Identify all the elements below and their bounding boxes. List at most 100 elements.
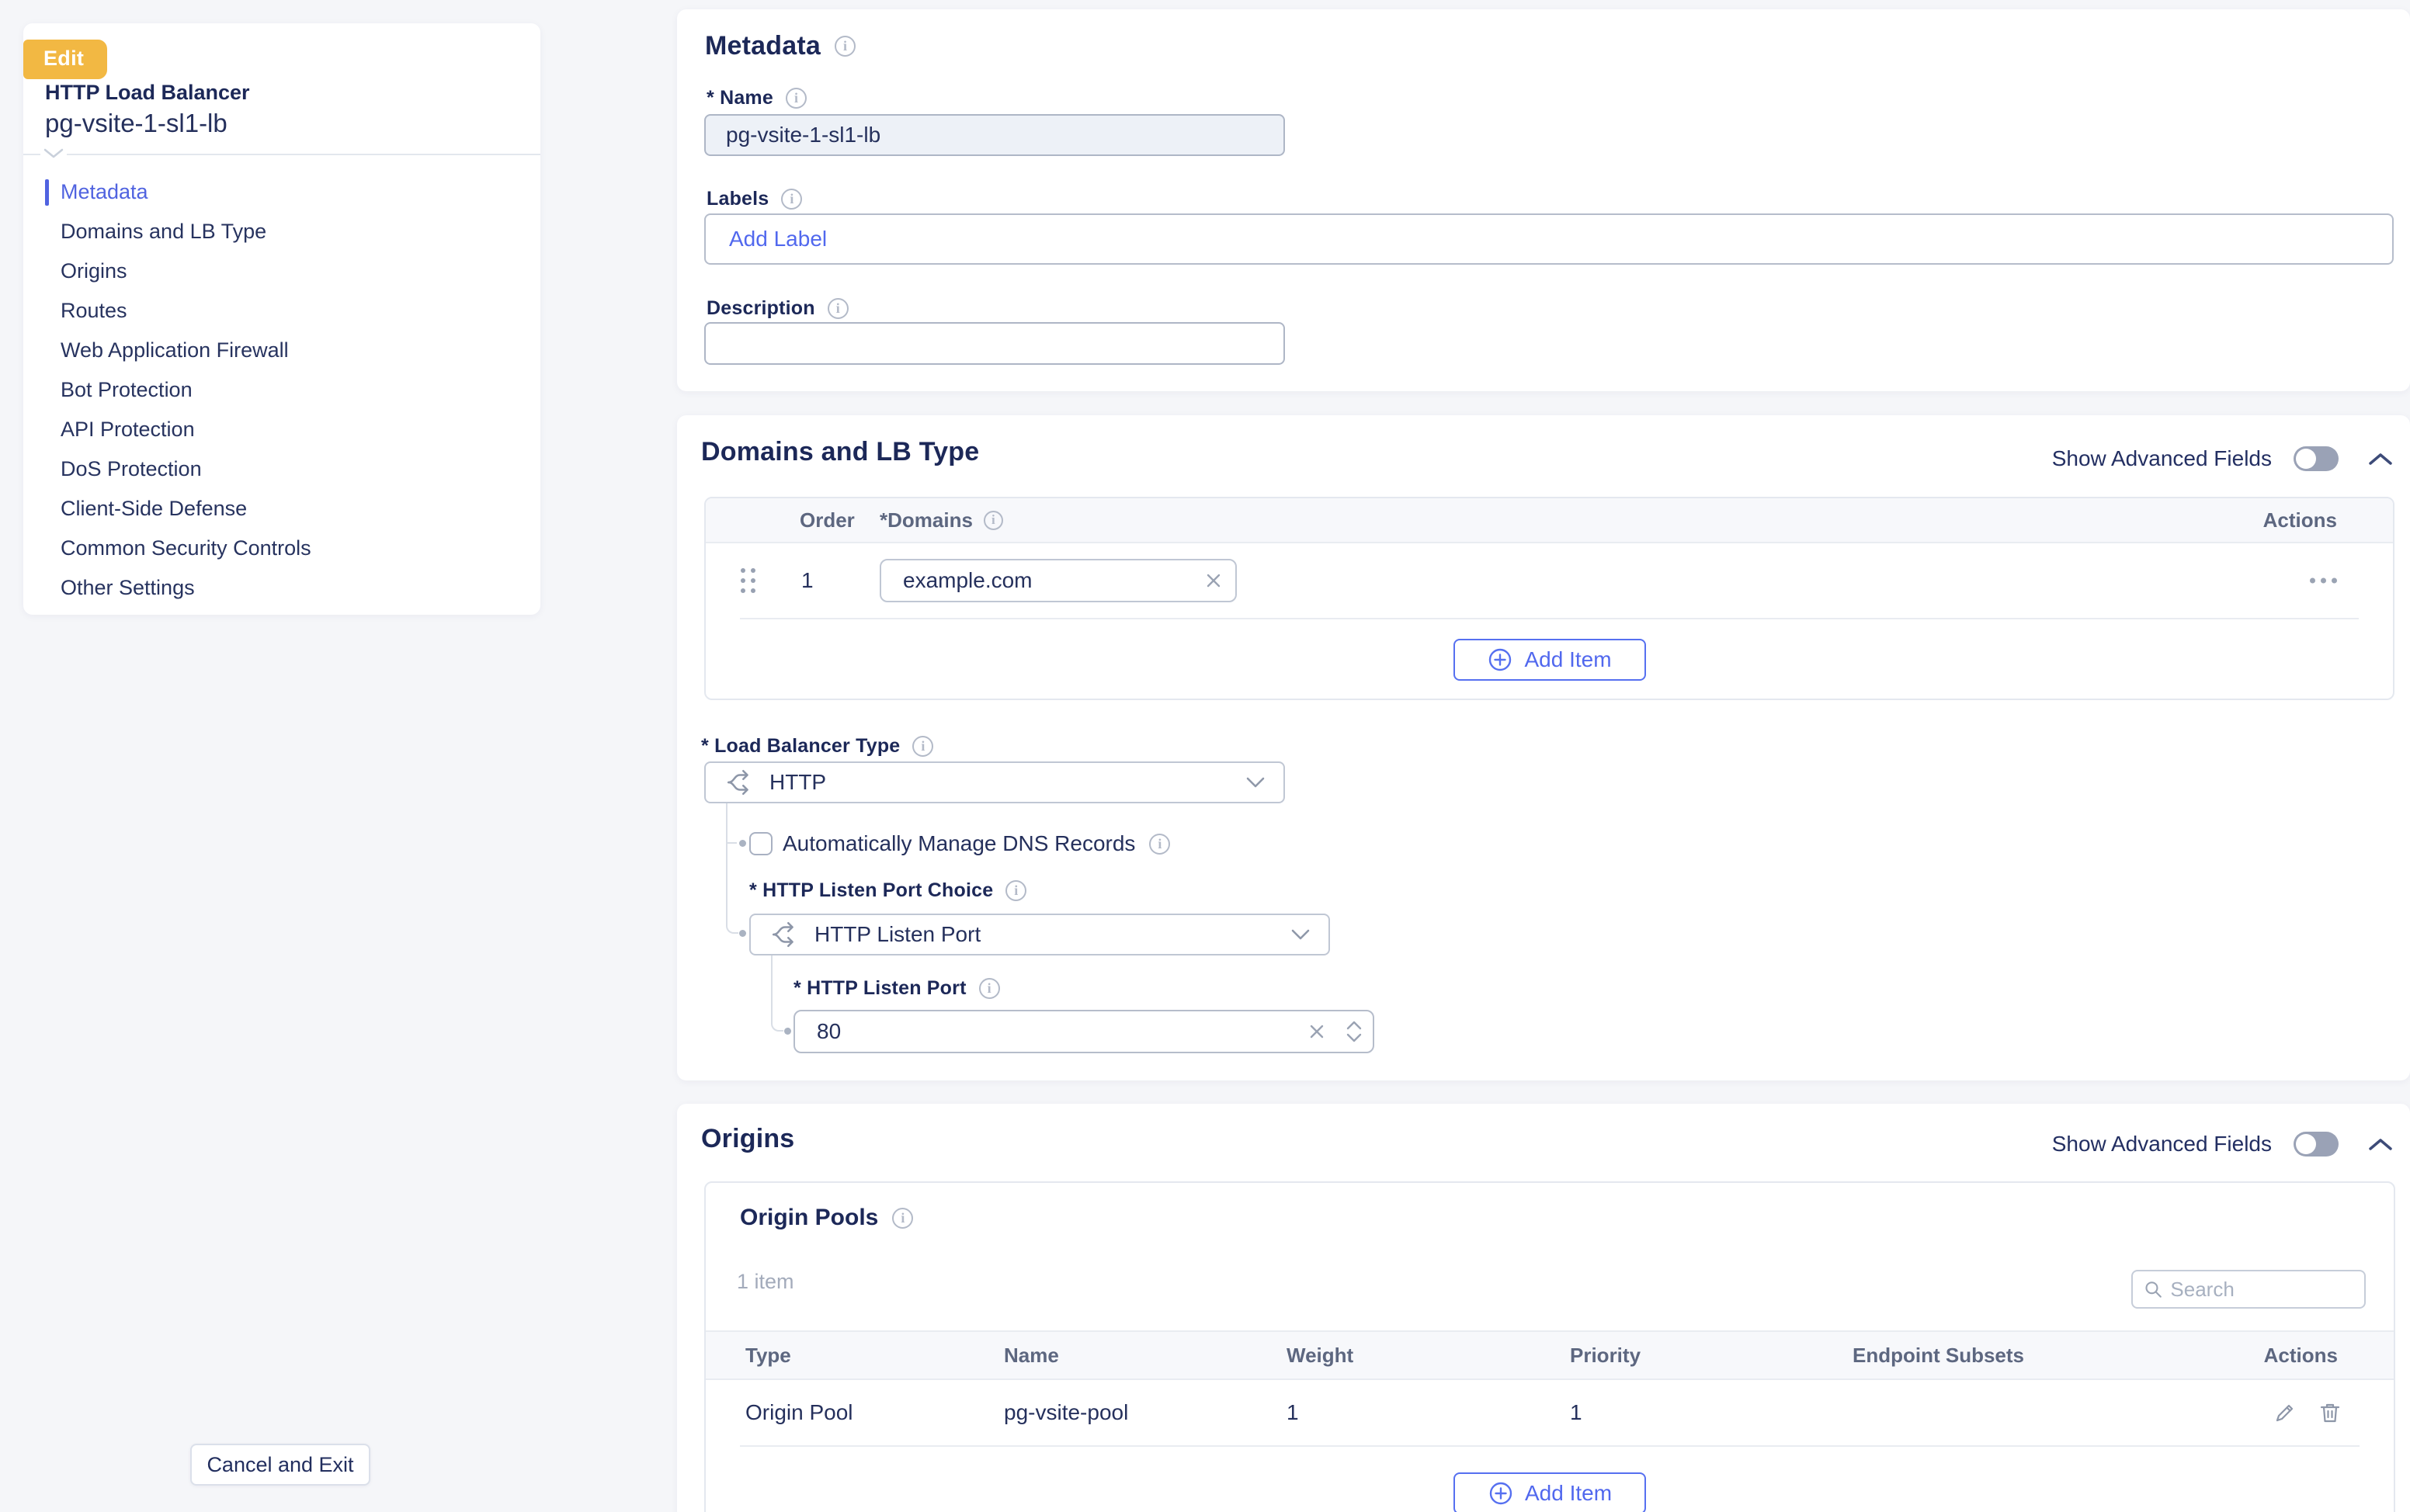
port-choice-select[interactable]: HTTP Listen Port [749, 914, 1330, 955]
toggle-knob [2296, 1134, 2316, 1154]
show-advanced-fields-toggle[interactable] [2294, 1132, 2339, 1157]
collapse-section-button[interactable] [2368, 1136, 2393, 1152]
sidebar-item-label: Domains and LB Type [61, 220, 266, 244]
chevron-down-icon [1246, 777, 1265, 789]
info-icon[interactable]: i [979, 978, 1000, 999]
sidebar-item-api-protection[interactable]: API Protection [23, 410, 540, 449]
info-icon[interactable]: i [1005, 880, 1026, 901]
pool-priority-value: 1 [1570, 1380, 1582, 1445]
plus-circle-icon [1488, 1480, 1514, 1507]
domain-order-value: 1 [801, 543, 814, 618]
search-input[interactable] [2170, 1278, 2353, 1302]
metadata-section-title: Metadata [705, 31, 821, 61]
http-listen-port-input[interactable] [793, 1010, 1374, 1053]
wizard-sidebar: Edit HTTP Load Balancer pg-vsite-1-sl1-l… [23, 23, 540, 615]
domain-input[interactable] [880, 559, 1237, 602]
sidebar-item-label: Common Security Controls [61, 536, 311, 560]
sidebar-item-common-security-controls[interactable]: Common Security Controls [23, 529, 540, 568]
sidebar-item-origins[interactable]: Origins [23, 251, 540, 291]
delete-row-button[interactable] [2318, 1400, 2342, 1425]
add-item-label: Add Item [1525, 1481, 1612, 1506]
lb-type-select[interactable]: HTTP [704, 761, 1285, 803]
tree-connector [771, 955, 783, 1032]
cancel-and-exit-button[interactable]: Cancel and Exit [190, 1444, 370, 1486]
info-icon[interactable]: i [835, 36, 856, 57]
origins-section: Origins Show Advanced Fields Origin Pool… [677, 1104, 2410, 1512]
port-choice-label: * HTTP Listen Port Choice [749, 879, 993, 902]
sidebar-item-label: Origins [61, 259, 127, 283]
info-icon[interactable]: i [781, 189, 802, 210]
column-header-name: Name [1004, 1344, 1059, 1368]
object-type-label: HTTP Load Balancer [45, 81, 250, 105]
add-domain-item-button[interactable]: Add Item [1453, 639, 1646, 681]
sidebar-item-metadata[interactable]: Metadata [23, 172, 540, 212]
toggle-knob [2296, 449, 2316, 469]
add-origin-pool-button[interactable]: Add Item [1453, 1472, 1646, 1512]
item-count: 1 item [737, 1270, 794, 1294]
description-field[interactable] [704, 322, 1285, 365]
row-menu-icon[interactable] [2310, 578, 2337, 584]
add-label-link[interactable]: Add Label [729, 227, 827, 251]
edit-mode-badge: Edit [23, 40, 107, 79]
clear-port-icon[interactable] [1307, 1022, 1326, 1041]
domains-section-title: Domains and LB Type [701, 437, 979, 467]
column-header-order: Order [800, 508, 855, 532]
sidebar-item-waf[interactable]: Web Application Firewall [23, 331, 540, 370]
clear-domain-icon[interactable] [1204, 571, 1223, 590]
drag-handle-icon[interactable] [741, 568, 755, 593]
column-header-domains: *Domains [880, 508, 973, 532]
sidebar-item-dos-protection[interactable]: DoS Protection [23, 449, 540, 489]
pool-weight-value: 1 [1287, 1380, 1299, 1445]
chevron-up-icon [2368, 1136, 2393, 1152]
origins-section-title: Origins [701, 1124, 794, 1154]
branch-icon [724, 768, 754, 797]
info-icon[interactable]: i [786, 88, 807, 109]
port-choice-value: HTTP Listen Port [814, 922, 1276, 947]
sidebar-collapse-notch[interactable] [40, 146, 67, 165]
info-icon[interactable]: i [892, 1208, 913, 1229]
sidebar-item-bot-protection[interactable]: Bot Protection [23, 370, 540, 410]
info-icon[interactable]: i [1149, 834, 1170, 855]
tree-connector-dot [784, 1028, 791, 1035]
manage-dns-checkbox[interactable] [749, 832, 773, 855]
collapse-section-button[interactable] [2368, 451, 2393, 466]
pool-type-value: Origin Pool [745, 1380, 853, 1445]
object-name: pg-vsite-1-sl1-lb [45, 109, 227, 138]
column-header-actions: Actions [2264, 1344, 2338, 1368]
column-header-type: Type [745, 1344, 791, 1368]
lb-type-label: * Load Balancer Type [701, 735, 900, 758]
chevron-down-icon [1346, 1033, 1362, 1042]
sidebar-item-label: Routes [61, 299, 127, 323]
tree-connector-dot [739, 930, 746, 937]
http-listen-port-label: * HTTP Listen Port [793, 977, 967, 1000]
sidebar-item-routes[interactable]: Routes [23, 291, 540, 331]
column-header-priority: Priority [1570, 1344, 1641, 1368]
description-field-label: Description [707, 297, 815, 320]
info-icon[interactable]: i [912, 736, 933, 757]
pools-table-header: Type Name Weight Priority Endpoint Subse… [706, 1330, 2394, 1380]
plus-circle-icon [1487, 647, 1513, 673]
info-icon[interactable]: i [828, 298, 849, 319]
show-advanced-fields-toggle[interactable] [2294, 446, 2339, 471]
chevron-up-icon [1346, 1021, 1362, 1030]
branch-icon [769, 920, 799, 949]
edit-row-button[interactable] [2273, 1400, 2297, 1425]
labels-field[interactable]: Add Label [704, 213, 2394, 265]
sidebar-item-client-side-defense[interactable]: Client-Side Defense [23, 489, 540, 529]
sidebar-item-label: Bot Protection [61, 378, 193, 402]
sidebar-item-other-settings[interactable]: Other Settings [23, 568, 540, 608]
trash-icon [2318, 1400, 2342, 1425]
show-advanced-fields-label: Show Advanced Fields [2052, 1132, 2272, 1157]
number-stepper[interactable] [1346, 1021, 1362, 1042]
domains-table: Order *Domains i Actions 1 Add Item [704, 497, 2394, 700]
sidebar-item-label: Other Settings [61, 576, 195, 600]
column-header-actions: Actions [2263, 508, 2337, 532]
domains-table-header: Order *Domains i Actions [706, 498, 2393, 543]
info-icon[interactable]: i [984, 511, 1003, 530]
domains-lb-type-section: Domains and LB Type Show Advanced Fields… [677, 415, 2410, 1080]
chevron-down-icon [43, 148, 64, 163]
labels-field-label: Labels [707, 188, 769, 210]
name-field[interactable] [704, 114, 1285, 156]
sidebar-item-domains-lb-type[interactable]: Domains and LB Type [23, 212, 540, 251]
search-box[interactable] [2131, 1270, 2366, 1309]
